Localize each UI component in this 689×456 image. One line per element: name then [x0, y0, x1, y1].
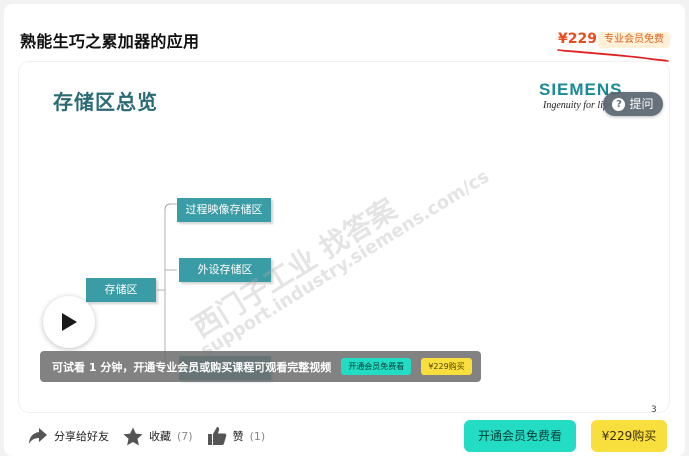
social-actions: 分享给好友 收藏 (7) 赞 (1) — [28, 424, 279, 448]
favorite-action[interactable]: 收藏 (7) — [123, 427, 193, 446]
trial-notice-bar: 可试看 1 分钟，开通专业会员或购买课程可观看完整视频 开通会员免费看 ¥229… — [40, 351, 481, 382]
share-icon — [29, 428, 47, 444]
trial-vip-button[interactable]: 开通会员免费看 — [341, 358, 412, 375]
buy-course-button[interactable]: ¥229购买 — [591, 420, 667, 452]
price-label: ¥229 — [558, 31, 597, 47]
trial-buy-button[interactable]: ¥229购买 — [421, 358, 472, 375]
course-title: 熟能生巧之累加器的应用 — [20, 32, 200, 51]
like-count: (1) — [249, 429, 266, 443]
favorite-count: (7) — [177, 429, 193, 443]
node-peripheral-storage: 外设存储区 — [179, 258, 271, 282]
play-icon — [62, 313, 77, 331]
favorite-label: 收藏 — [149, 430, 171, 443]
like-action[interactable]: 赞 (1) — [207, 426, 266, 446]
play-button[interactable] — [43, 296, 95, 348]
thumbs-up-icon — [207, 427, 226, 445]
video-player[interactable]: 存储区总览 SIEMENS Ingenuity for life ? 提问 过程… — [19, 62, 669, 412]
like-label: 赞 — [232, 430, 244, 443]
open-vip-button[interactable]: 开通会员免费看 — [464, 420, 576, 452]
share-action[interactable]: 分享给好友 — [28, 427, 109, 445]
slide-page-number: 3 — [651, 405, 657, 415]
star-icon — [123, 427, 143, 445]
node-storage-root: 存储区 — [86, 278, 156, 302]
node-process-image-storage: 过程映像存储区 — [177, 198, 271, 222]
trial-notice-text: 可试看 1 分钟，开通专业会员或购买课程可观看完整视频 — [52, 360, 332, 374]
share-label: 分享给好友 — [54, 430, 109, 443]
